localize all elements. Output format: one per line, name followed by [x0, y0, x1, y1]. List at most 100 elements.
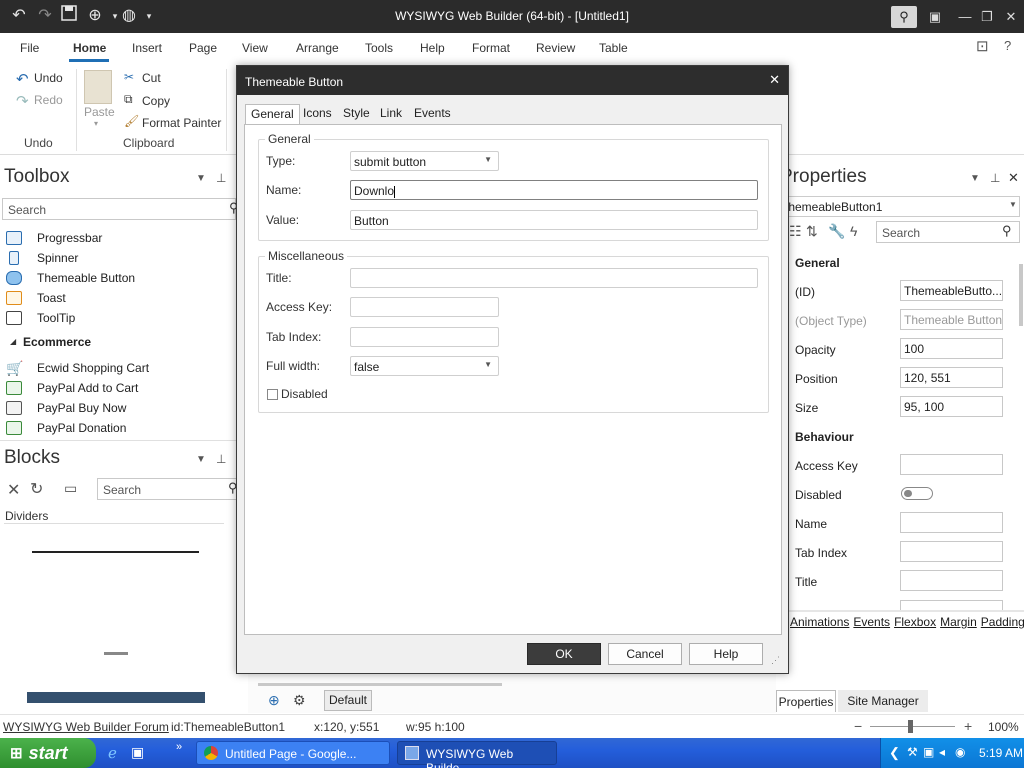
search-icon[interactable]: ⚲: [1002, 223, 1012, 239]
taskbar-item-chrome[interactable]: Untitled Page - Google...: [196, 741, 390, 765]
undo-button[interactable]: Undo: [34, 71, 63, 85]
maximize-button[interactable]: ❐: [974, 6, 1000, 28]
tab-file[interactable]: File: [20, 41, 39, 55]
link-padding[interactable]: Padding: [981, 615, 1024, 629]
disabled-checkbox[interactable]: [267, 389, 278, 400]
tab-general[interactable]: General: [245, 104, 300, 124]
wrench-icon[interactable]: 🔧: [828, 223, 845, 240]
properties-search-input[interactable]: Search: [876, 221, 1020, 243]
format-painter-button[interactable]: Format Painter: [142, 116, 221, 130]
cancel-button[interactable]: Cancel: [608, 643, 682, 665]
resize-grip-icon[interactable]: ⋰: [771, 655, 780, 666]
list-item[interactable]: Spinner: [6, 248, 78, 268]
help-circle-icon[interactable]: ?: [1004, 38, 1011, 53]
start-button[interactable]: ⊞ start: [0, 738, 96, 768]
link-animations[interactable]: Animations: [790, 615, 849, 629]
tab-page[interactable]: Page: [189, 41, 217, 55]
monitor-icon[interactable]: ▣: [923, 745, 934, 759]
list-item[interactable]: 🛒 Ecwid Shopping Cart: [6, 358, 149, 378]
add-page-icon[interactable]: ⊕: [268, 692, 280, 709]
list-item[interactable]: PayPal Add to Cart: [6, 378, 138, 398]
categorized-icon[interactable]: ☷: [789, 223, 802, 240]
object-selector[interactable]: ThemeableButton1: [776, 196, 1020, 217]
copy-button[interactable]: Copy: [142, 94, 170, 108]
list-item[interactable]: PayPal Donation: [6, 418, 126, 438]
taskbar-item-wysiwyg[interactable]: WYSIWYG Web Builde...: [397, 741, 557, 768]
close-icon[interactable]: ✕: [1008, 170, 1019, 186]
tab-site-manager[interactable]: Site Manager: [838, 690, 928, 712]
volume-icon[interactable]: ◂: [939, 745, 945, 759]
tab-link[interactable]: Link: [380, 106, 402, 120]
title-input[interactable]: [350, 268, 758, 288]
properties-scrollbar[interactable]: [1019, 264, 1023, 326]
blocks-search-input[interactable]: Search: [97, 478, 237, 500]
lightning-icon[interactable]: ϟ: [850, 223, 857, 239]
tab-view[interactable]: View: [242, 41, 268, 55]
chevron-down-icon[interactable]: ▼: [970, 173, 980, 184]
toolbox-search-input[interactable]: Search: [2, 198, 236, 220]
access-key-input[interactable]: [350, 297, 499, 317]
tab-properties[interactable]: Properties: [776, 690, 836, 712]
blocks-category[interactable]: Dividers: [5, 509, 48, 523]
redo-button[interactable]: Redo: [34, 93, 63, 107]
type-select[interactable]: submit button ▼: [350, 151, 499, 171]
tab-table[interactable]: Table: [599, 41, 628, 55]
paste-button[interactable]: Paste: [84, 105, 115, 119]
cut-button[interactable]: Cut: [142, 71, 161, 85]
divider-preview-text[interactable]: [104, 652, 128, 655]
zoom-out-button[interactable]: −: [854, 718, 862, 734]
show-desktop-icon[interactable]: ▣: [131, 744, 144, 761]
tab-arrange[interactable]: Arrange: [296, 41, 339, 55]
tab-help[interactable]: Help: [420, 41, 445, 55]
name-input[interactable]: Downlo: [350, 180, 758, 200]
network-icon[interactable]: ⚒: [907, 745, 918, 759]
link-events[interactable]: Events: [853, 615, 890, 629]
list-item[interactable]: PayPal Buy Now: [6, 398, 126, 418]
toolbox-category[interactable]: Ecommerce: [23, 335, 91, 349]
tab-events[interactable]: Events: [414, 106, 451, 120]
list-item[interactable]: Toast: [6, 288, 66, 308]
tab-home[interactable]: Home: [73, 41, 106, 55]
prop-id-field[interactable]: ThemeableButto...: [900, 280, 1003, 301]
prop-name-field[interactable]: [900, 512, 1003, 533]
close-icon[interactable]: ✕: [769, 72, 780, 88]
prop-tab-index-field[interactable]: [900, 541, 1003, 562]
link-margin[interactable]: Margin: [940, 615, 977, 629]
browser-icon[interactable]: ℯ: [108, 744, 117, 762]
tab-format[interactable]: Format: [472, 41, 510, 55]
prop-access-key-field[interactable]: [900, 454, 1003, 475]
tab-index-input[interactable]: [350, 327, 499, 347]
window-options-icon[interactable]: ⊡: [976, 37, 989, 55]
pin-icon[interactable]: ⊥: [216, 452, 226, 466]
pin-icon[interactable]: ⊥: [216, 171, 226, 185]
close-button[interactable]: ✕: [998, 6, 1024, 28]
pin-icon[interactable]: ⊥: [990, 171, 1000, 185]
list-item[interactable]: Progressbar: [6, 228, 102, 248]
tab-icons[interactable]: Icons: [303, 106, 332, 120]
paste-icon[interactable]: [84, 70, 112, 104]
link-flexbox[interactable]: Flexbox: [894, 615, 936, 629]
tab-review[interactable]: Review: [536, 41, 575, 55]
tab-tools[interactable]: Tools: [365, 41, 393, 55]
chevron-down-icon[interactable]: ▼: [1009, 200, 1017, 209]
security-icon[interactable]: ◉: [955, 745, 965, 759]
folder-icon[interactable]: ▭: [64, 480, 77, 497]
divider-preview-bar[interactable]: [27, 692, 205, 703]
list-item[interactable]: Themeable Button: [6, 268, 135, 288]
search-icon[interactable]: ⚲: [891, 6, 917, 28]
dialog-title-bar[interactable]: Themeable Button ✕: [237, 66, 788, 95]
help-button[interactable]: Help: [689, 643, 763, 665]
tab-insert[interactable]: Insert: [132, 41, 162, 55]
forum-link[interactable]: WYSIWYG Web Builder Forum: [3, 720, 169, 734]
list-item[interactable]: ToolTip: [6, 308, 75, 328]
disabled-toggle[interactable]: [901, 487, 933, 500]
sort-alpha-icon[interactable]: ⇅: [806, 223, 818, 240]
chevron-down-icon[interactable]: ◢: [10, 337, 16, 346]
chevron-down-icon[interactable]: ▼: [196, 173, 206, 184]
restore-layout-icon[interactable]: ▣: [922, 6, 948, 28]
full-width-select[interactable]: false ▼: [350, 356, 499, 376]
close-icon[interactable]: ✕: [7, 480, 20, 500]
tab-style[interactable]: Style: [343, 106, 370, 120]
tray-arrow-icon[interactable]: ❮: [889, 745, 900, 761]
prop-position-field[interactable]: 120, 551: [900, 367, 1003, 388]
